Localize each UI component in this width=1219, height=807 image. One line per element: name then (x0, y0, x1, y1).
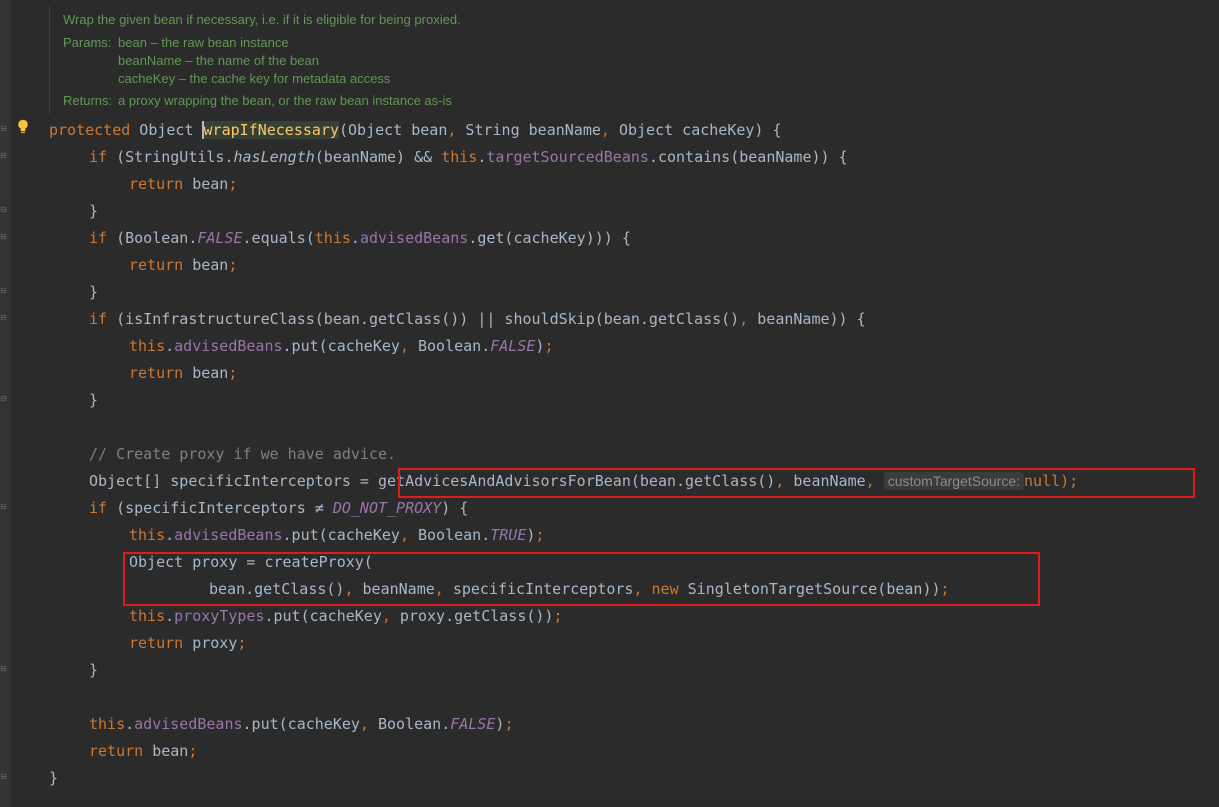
code-line[interactable]: return proxy; (129, 630, 246, 657)
code-line[interactable]: if (specificInterceptors ≠ DO_NOT_PROXY)… (89, 495, 468, 522)
code-line[interactable]: if (isInfrastructureClass(bean.getClass(… (89, 306, 866, 333)
method-name-wrapifnecessary[interactable]: wrapIfNecessary (203, 121, 339, 139)
doc-param-bean: bean – the raw bean instance (118, 35, 289, 50)
code-line[interactable]: this.advisedBeans.put(cacheKey, Boolean.… (129, 522, 544, 549)
code-line[interactable]: if (StringUtils.hasLength(beanName) && t… (89, 144, 848, 171)
code-line[interactable]: if (Boolean.FALSE.equals(this.advisedBea… (89, 225, 631, 252)
doc-param-cachekey: cacheKey – the cache key for metadata ac… (118, 71, 391, 86)
code-line[interactable]: return bean; (129, 171, 237, 198)
code-line[interactable]: } (89, 279, 98, 306)
code-line[interactable]: } (49, 765, 58, 792)
code-line[interactable]: return bean; (129, 360, 237, 387)
token-type: Object (130, 121, 203, 139)
code-line[interactable]: this.advisedBeans.put(cacheKey, Boolean.… (89, 711, 513, 738)
fold-marker-icon[interactable]: ⊟ (0, 205, 8, 215)
fold-marker-icon[interactable]: ⊟ (0, 502, 8, 512)
code-line[interactable]: this.advisedBeans.put(cacheKey, Boolean.… (129, 333, 553, 360)
intention-bulb-icon[interactable] (17, 119, 29, 135)
doc-params-label: Params: (63, 35, 112, 50)
javadoc-block: Wrap the given bean if necessary, i.e. i… (49, 6, 570, 114)
fold-marker-icon[interactable]: ⊟ (0, 772, 8, 782)
code-line[interactable]: this.proxyTypes.put(cacheKey, proxy.getC… (129, 603, 563, 630)
highlight-box-create-proxy (123, 552, 1040, 606)
code-line[interactable]: } (89, 387, 98, 414)
editor-gutter[interactable]: ⊟ ⊟ ⊟ ⊟ ⊟ ⊟ ⊟ ⊟ ⊟ ⊟ (0, 0, 10, 807)
highlight-box-get-advices (398, 468, 1195, 498)
doc-returns-label: Returns: (63, 93, 113, 108)
fold-marker-icon[interactable]: ⊟ (0, 124, 8, 134)
fold-marker-icon[interactable]: ⊟ (0, 232, 8, 242)
doc-returns-text: a proxy wrapping the bean, or the raw be… (118, 93, 452, 108)
code-line[interactable]: } (89, 198, 98, 225)
code-editor[interactable]: ⊟ ⊟ ⊟ ⊟ ⊟ ⊟ ⊟ ⊟ ⊟ ⊟ Wrap the given bean … (0, 0, 1219, 807)
code-line[interactable]: return bean; (89, 738, 197, 765)
fold-marker-icon[interactable]: ⊟ (0, 313, 8, 323)
doc-summary: Wrap the given bean if necessary, i.e. i… (63, 12, 461, 27)
fold-marker-icon[interactable]: ⊟ (0, 286, 8, 296)
code-comment[interactable]: // Create proxy if we have advice. (89, 441, 396, 468)
token-keyword: protected (49, 121, 131, 139)
fold-marker-icon[interactable]: ⊟ (0, 394, 8, 404)
fold-marker-icon[interactable]: ⊟ (0, 151, 8, 161)
token-params: (Object bean (339, 121, 448, 139)
doc-param-beanname: beanName – the name of the bean (118, 53, 319, 68)
code-line[interactable]: return bean; (129, 252, 237, 279)
code-line-method-declaration[interactable]: protected Object wrapIfNecessary(Object … (49, 117, 782, 144)
fold-marker-icon[interactable]: ⊟ (0, 664, 8, 674)
code-line[interactable]: } (89, 657, 98, 684)
